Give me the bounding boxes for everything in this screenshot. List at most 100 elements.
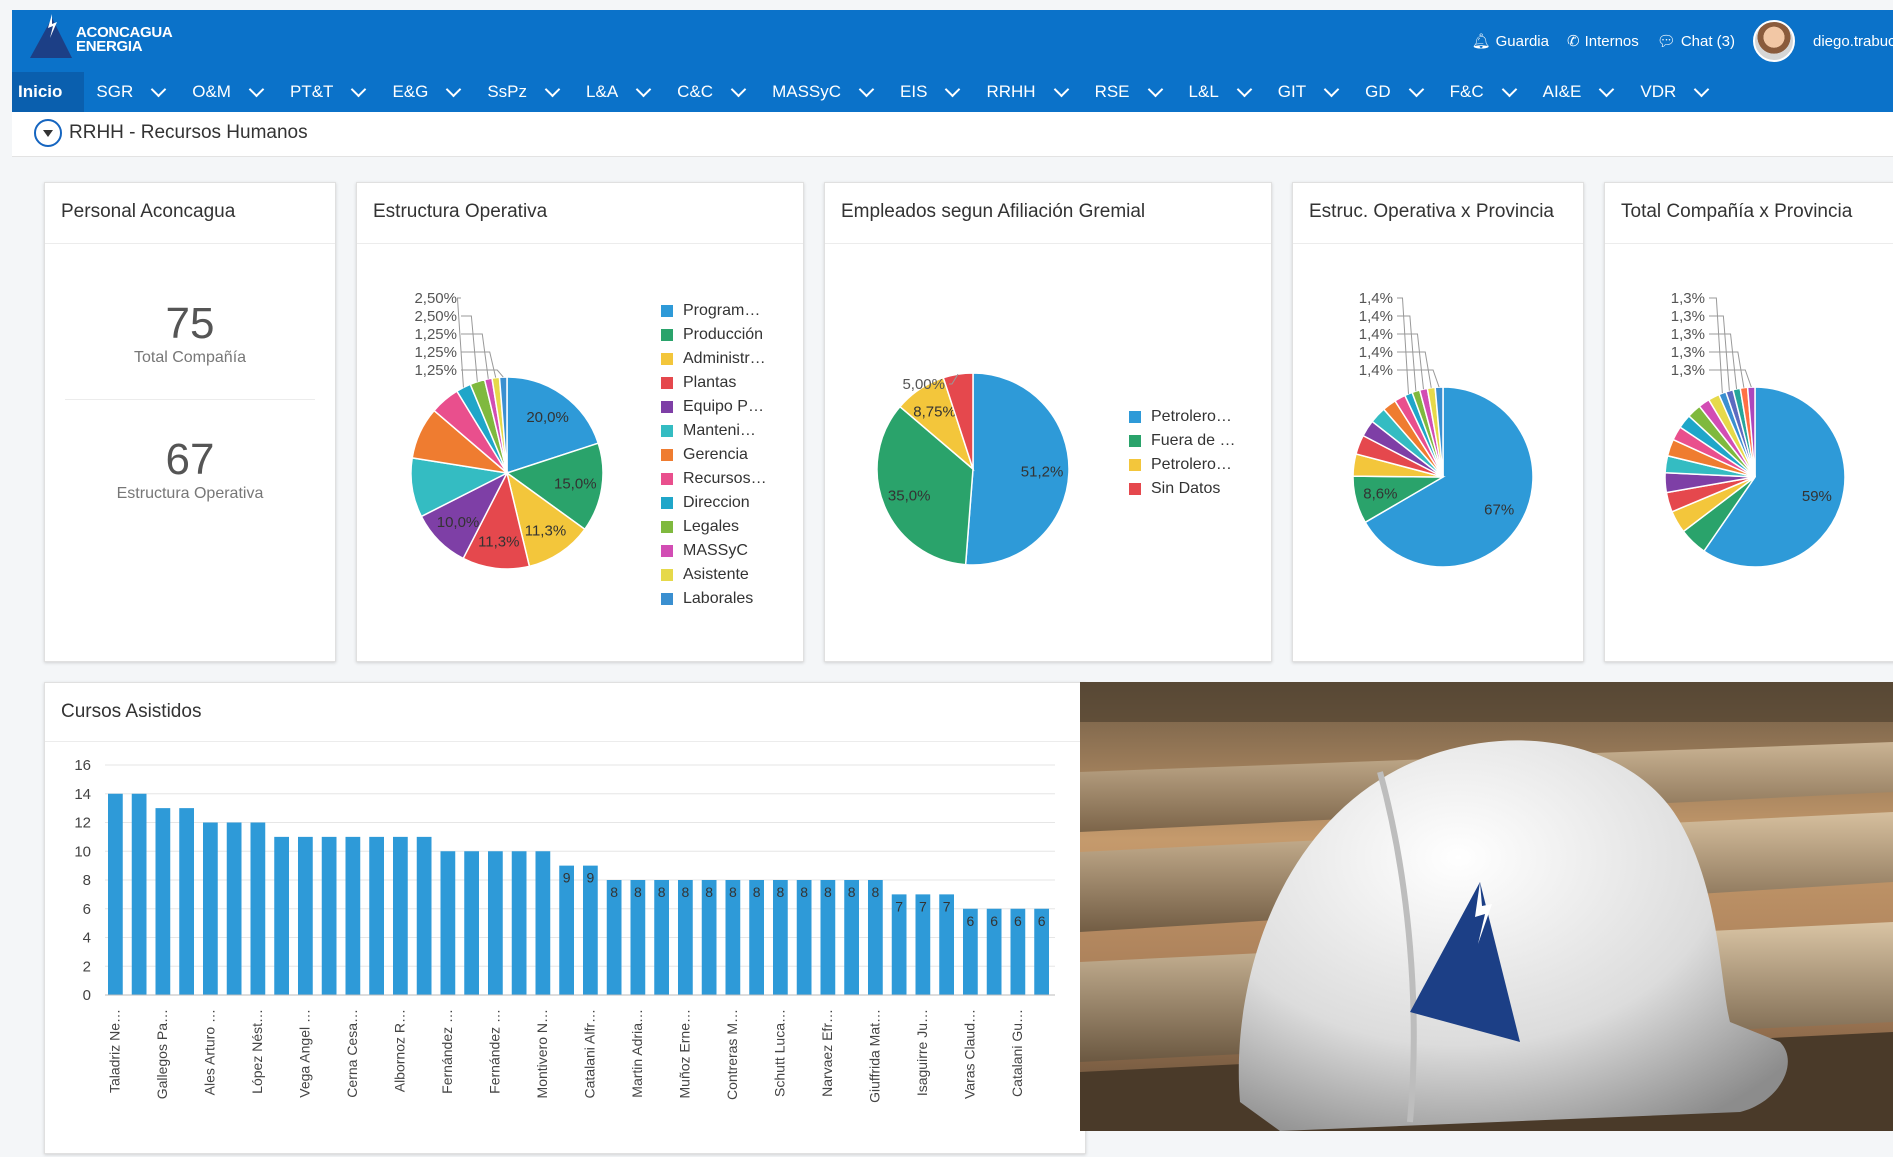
bar[interactable] [179,808,194,995]
legend-swatch [1129,483,1141,495]
pie-slice-label: 1,3% [1671,362,1705,379]
menu-item-massyc[interactable]: MASSyC [772,72,900,112]
legend-item[interactable]: Laborales [661,587,767,611]
estructura-pie-chart[interactable]: 20,0%15,0%11,3%11,3%10,0%2,50%2,50%1,25%… [387,273,647,633]
bar[interactable] [488,851,503,995]
pie-slice-label: 1,3% [1671,326,1705,343]
menu-item-gd[interactable]: GD [1365,72,1450,112]
x-tick-label: Gallegos Pa… [154,1009,170,1099]
chevron-down-icon [1694,81,1710,97]
bar-data-label: 9 [563,870,571,886]
legend-item[interactable]: Recursos… [661,467,767,491]
legend-item[interactable]: Sin Datos [1129,477,1235,501]
legend-item[interactable]: Direccion [661,491,767,515]
menu-item-o-m[interactable]: O&M [192,72,290,112]
bar[interactable] [511,851,527,995]
pie-slice-label: 1,4% [1359,326,1393,343]
bar[interactable] [226,822,242,996]
collapse-toggle-icon[interactable] [34,119,62,147]
gremial-pie-chart[interactable]: 51,2% 35,0% 8,75% 5,00% [845,273,1105,633]
total-company-label: Total Compañía [133,349,247,366]
legend-item[interactable]: Manteni… [661,419,767,443]
menu-item-c-c[interactable]: C&C [677,72,772,112]
internos-link[interactable]: ✆ Internos [1567,32,1639,51]
menu-item-rrhh[interactable]: RRHH [986,72,1094,112]
bar-data-label: 9 [586,870,594,886]
menu-item-eis[interactable]: EIS [900,72,986,112]
bar[interactable] [440,851,456,995]
legend-item[interactable]: Program… [661,299,767,323]
bar[interactable] [155,808,171,995]
menu-label: O&M [192,82,231,101]
legend-item[interactable]: Equipo P… [661,395,767,419]
legend-label: Fuera de … [1151,432,1236,449]
legend-item[interactable]: Fuera de … [1129,429,1235,453]
menu-label: L&L [1188,82,1219,101]
bar[interactable] [464,851,479,995]
y-tick-label: 4 [83,930,91,947]
bar[interactable] [416,836,432,995]
legend-label: Plantas [683,374,737,391]
bar[interactable] [250,822,266,996]
bar[interactable] [321,836,337,995]
menu-item-ai-e[interactable]: AI&E [1543,72,1641,112]
legend-item[interactable]: MASSyC [661,539,767,563]
user-menu[interactable]: diego.trabucc [1813,33,1893,50]
bar[interactable] [369,836,384,995]
menu-item-pt-t[interactable]: PT&T [290,72,392,112]
legend-item[interactable]: Plantas [661,371,767,395]
menu-item-rse[interactable]: RSE [1095,72,1189,112]
legend-item[interactable]: Petrolero… [1129,405,1235,429]
bar[interactable] [345,836,361,995]
legend-item[interactable]: Administr… [661,347,767,371]
pie-slice-label: 2,50% [414,290,457,307]
bar[interactable] [108,793,123,995]
bar[interactable] [131,793,147,995]
menu-label: C&C [677,82,714,101]
user-avatar[interactable] [1753,20,1795,62]
bar[interactable] [203,822,218,996]
page-header: RRHH - Recursos Humanos [12,112,1893,157]
prov-total-pie-chart[interactable]: 59%1,3%1,3%1,3%1,3%1,3% [1615,273,1893,633]
bar[interactable] [393,836,408,995]
chat-link[interactable]: 💬︎ Chat (3) [1657,32,1735,51]
menu-item-sgr[interactable]: SGR [84,72,192,112]
legend-item[interactable]: Petrolero… [1129,453,1235,477]
menu-item-inicio[interactable]: Inicio [12,72,85,112]
personal-card: Personal Aconcagua 75 Total Compañía 67 … [44,182,336,662]
x-tick-label: Contreras M… [724,1009,740,1100]
y-tick-label: 2 [83,958,91,975]
legend-swatch [661,569,673,581]
menu-label: GIT [1277,82,1307,101]
menu-item-f-c[interactable]: F&C [1450,72,1543,112]
prov-op-pie-chart[interactable]: 67%8,6%1,4%1,4%1,4%1,4%1,4% [1303,273,1573,633]
cursos-bar-chart[interactable]: 0 2 4 6 8 10 12 14 16 Taladriz Ne… Gallegos Pa… Ale… [45,757,1075,1157]
menu-item-sspz[interactable]: SsPz [487,72,586,112]
menu-item-l-a[interactable]: L&A [586,72,677,112]
legend-label: Direccion [683,494,750,511]
bar[interactable] [274,836,289,995]
internos-label: Internos [1584,32,1639,50]
menu-item-e-g[interactable]: E&G [392,72,487,112]
pie-slice-label: 2,50% [414,308,457,325]
bar-data-label: 8 [848,884,856,900]
chevron-down-icon [730,81,747,97]
menu-item-git[interactable]: GIT [1278,72,1365,112]
bar[interactable] [298,836,313,995]
legend-label: Petrolero… [1151,456,1232,473]
y-tick-label: 10 [74,843,91,860]
guardia-link[interactable]: 🔔︎ Guardia [1471,32,1549,51]
legend-item[interactable]: Asistente [661,563,767,587]
legend-item[interactable]: Legales [661,515,767,539]
logo-line2: ENERGIA [76,38,143,55]
menu-item-vdr[interactable]: VDR [1640,72,1735,112]
bar[interactable] [535,851,551,995]
legend-item[interactable]: Producción [661,323,767,347]
menu-label: GD [1365,82,1391,101]
menu-item-l-l[interactable]: L&L [1189,72,1278,112]
pie-slice-label: 11,3% [525,522,566,539]
bell-icon: 🔔︎ [1471,33,1491,50]
company-logo[interactable]: ACONCAGUA ENERGIA [26,12,186,64]
x-tick-label: Catalani Gu… [1009,1009,1025,1097]
legend-item[interactable]: Gerencia [661,443,767,467]
